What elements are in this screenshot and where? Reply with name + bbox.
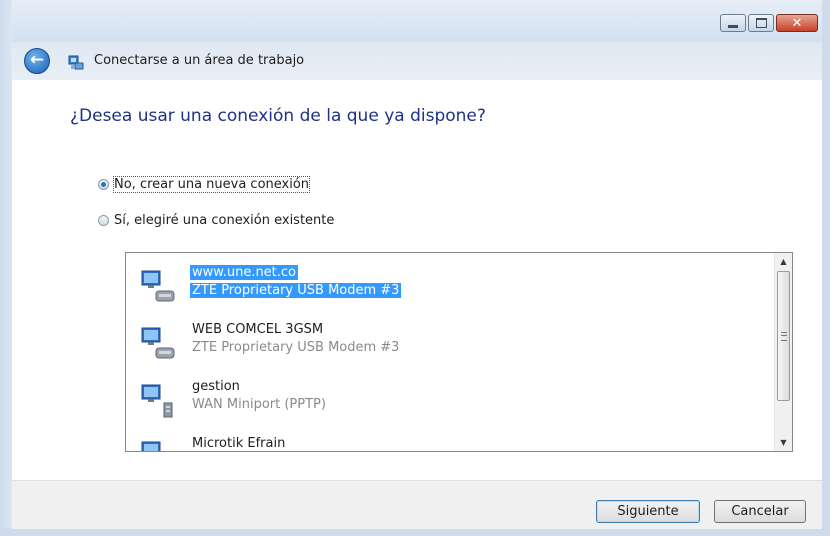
window-frame-right xyxy=(822,0,830,536)
page-heading: ¿Desea usar una conexión de la que ya di… xyxy=(70,106,486,126)
scroll-down-icon[interactable]: ▼ xyxy=(775,434,792,451)
radio-unselected-icon xyxy=(98,215,109,226)
back-button[interactable]: ← xyxy=(24,48,50,74)
vertical-scrollbar[interactable]: ▲ ▼ xyxy=(774,253,792,451)
close-icon: ✕ xyxy=(791,15,803,31)
navigation-bar: ← Conectarse a un área de trabajo xyxy=(12,42,822,80)
window-title: Conectarse a un área de trabajo xyxy=(94,53,305,68)
connection-name: WEB COMCEL 3GSM xyxy=(192,322,324,337)
network-connection-icon xyxy=(141,441,161,451)
connection-item[interactable]: Microtik Efrain xyxy=(130,432,750,451)
connection-item[interactable]: gestion WAN Miniport (PPTP) xyxy=(130,375,750,425)
connection-device: WAN Miniport (PPTP) xyxy=(192,397,326,412)
connection-list[interactable]: www.une.net.co ZTE Proprietary USB Modem… xyxy=(125,252,793,452)
minimize-icon xyxy=(728,24,738,28)
cancel-button[interactable]: Cancelar xyxy=(714,500,806,523)
grip-icon xyxy=(781,332,787,341)
next-button[interactable]: Siguiente xyxy=(596,500,700,523)
workplace-connection-icon xyxy=(68,55,84,70)
connection-item[interactable]: WEB COMCEL 3GSM ZTE Proprietary USB Mode… xyxy=(130,318,750,368)
dialup-network-icon xyxy=(141,270,175,302)
window-frame-left xyxy=(0,0,12,536)
scroll-thumb[interactable] xyxy=(777,271,790,401)
maximize-button[interactable] xyxy=(748,14,774,32)
radio-selected-icon xyxy=(98,179,109,190)
radio-existing-connection-label: Sí, elegiré una conexión existente xyxy=(114,213,335,228)
radio-new-connection[interactable]: No, crear una nueva conexión xyxy=(98,176,311,193)
close-button[interactable]: ✕ xyxy=(776,14,818,32)
button-bar: Siguiente Cancelar xyxy=(12,480,822,529)
dialog-window: ✕ ← Conectarse a un área de trabajo ¿Des… xyxy=(0,0,830,536)
title-bar[interactable]: ✕ xyxy=(0,0,830,42)
maximize-icon xyxy=(755,18,767,28)
connection-device: ZTE Proprietary USB Modem #3 xyxy=(192,340,400,355)
window-frame-bottom xyxy=(0,528,830,536)
connection-name: Microtik Efrain xyxy=(192,436,286,451)
connection-name: gestion xyxy=(192,379,240,394)
minimize-button[interactable] xyxy=(720,14,746,32)
connection-device: ZTE Proprietary USB Modem #3 xyxy=(190,283,402,298)
caption-buttons: ✕ xyxy=(718,14,818,32)
wizard-content: ¿Desea usar una conexión de la que ya di… xyxy=(12,80,822,480)
back-arrow-icon: ← xyxy=(29,49,45,70)
scroll-up-icon[interactable]: ▲ xyxy=(775,253,792,270)
radio-existing-connection[interactable]: Sí, elegiré una conexión existente xyxy=(98,213,334,228)
dialup-network-icon xyxy=(141,327,175,359)
vpn-network-icon xyxy=(141,384,173,418)
connection-name: www.une.net.co xyxy=(190,265,299,280)
radio-new-connection-label: No, crear una nueva conexión xyxy=(112,176,311,193)
connection-item[interactable]: www.une.net.co ZTE Proprietary USB Modem… xyxy=(130,261,750,311)
